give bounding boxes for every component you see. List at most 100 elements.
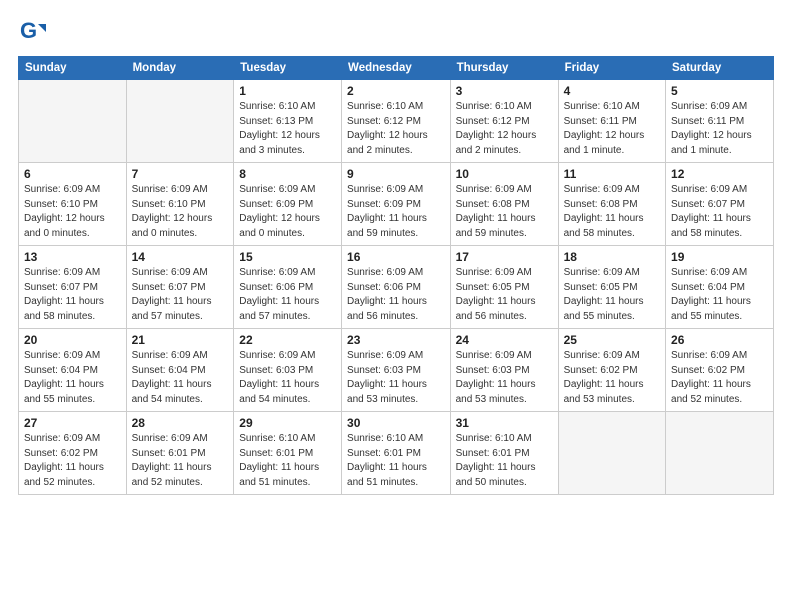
- day-cell: 1 Sunrise: 6:10 AM Sunset: 6:13 PM Daylig…: [234, 80, 342, 163]
- week-row-2: 6 Sunrise: 6:09 AM Sunset: 6:10 PM Daylig…: [19, 163, 774, 246]
- day-cell: 28 Sunrise: 6:09 AM Sunset: 6:01 PM Dayli…: [126, 412, 234, 495]
- day-number: 6: [24, 167, 121, 181]
- day-cell: 18 Sunrise: 6:09 AM Sunset: 6:05 PM Dayli…: [558, 246, 665, 329]
- day-info: Sunrise: 6:09 AM Sunset: 6:01 PM Dayligh…: [132, 432, 229, 490]
- page: G SundayMondayTuesdayWednesdayThursdayFr…: [0, 0, 792, 612]
- day-info: Sunrise: 6:09 AM Sunset: 6:04 PM Dayligh…: [132, 349, 229, 407]
- day-info: Sunrise: 6:09 AM Sunset: 6:08 PM Dayligh…: [456, 183, 553, 241]
- weekday-header-monday: Monday: [126, 57, 234, 80]
- day-info: Sunrise: 6:10 AM Sunset: 6:13 PM Dayligh…: [239, 100, 336, 158]
- day-info: Sunrise: 6:10 AM Sunset: 6:11 PM Dayligh…: [564, 100, 660, 158]
- day-cell: 15Sunrise: 6:09 AM Sunset: 6:06 PM Dayli…: [234, 246, 342, 329]
- day-number: 31: [456, 416, 553, 430]
- day-info: Sunrise: 6:10 AM Sunset: 6:01 PM Dayligh…: [456, 432, 553, 490]
- logo-icon: G: [18, 18, 46, 46]
- day-info: Sunrise: 6:09 AM Sunset: 6:07 PM Dayligh…: [24, 266, 121, 324]
- day-cell: 17Sunrise: 6:09 AM Sunset: 6:05 PM Dayli…: [450, 246, 558, 329]
- day-number: 24: [456, 333, 553, 347]
- weekday-header-row: SundayMondayTuesdayWednesdayThursdayFrid…: [19, 57, 774, 80]
- day-cell: 14Sunrise: 6:09 AM Sunset: 6:07 PM Dayli…: [126, 246, 234, 329]
- week-row-3: 13 Sunrise: 6:09 AM Sunset: 6:07 PM Dayli…: [19, 246, 774, 329]
- day-number: 13: [24, 250, 121, 264]
- day-info: Sunrise: 6:09 AM Sunset: 6:06 PM Dayligh…: [347, 266, 445, 324]
- day-cell: 2 Sunrise: 6:10 AM Sunset: 6:12 PM Daylig…: [342, 80, 451, 163]
- day-cell: 30 Sunrise: 6:10 AM Sunset: 6:01 PM Dayli…: [342, 412, 451, 495]
- day-info: Sunrise: 6:09 AM Sunset: 6:02 PM Dayligh…: [564, 349, 660, 407]
- day-number: 21: [132, 333, 229, 347]
- day-cell: 3Sunrise: 6:10 AM Sunset: 6:12 PM Daylig…: [450, 80, 558, 163]
- week-row-1: 1 Sunrise: 6:10 AM Sunset: 6:13 PM Daylig…: [19, 80, 774, 163]
- day-info: Sunrise: 6:09 AM Sunset: 6:11 PM Dayligh…: [671, 100, 768, 158]
- day-cell: 13 Sunrise: 6:09 AM Sunset: 6:07 PM Dayli…: [19, 246, 127, 329]
- weekday-header-wednesday: Wednesday: [342, 57, 451, 80]
- day-number: 28: [132, 416, 229, 430]
- day-info: Sunrise: 6:09 AM Sunset: 6:03 PM Dayligh…: [239, 349, 336, 407]
- day-number: 29: [239, 416, 336, 430]
- day-number: 23: [347, 333, 445, 347]
- day-info: Sunrise: 6:10 AM Sunset: 6:01 PM Dayligh…: [347, 432, 445, 490]
- day-cell: 8Sunrise: 6:09 AM Sunset: 6:09 PM Daylig…: [234, 163, 342, 246]
- day-number: 30: [347, 416, 445, 430]
- header: G: [18, 18, 774, 46]
- day-info: Sunrise: 6:10 AM Sunset: 6:12 PM Dayligh…: [347, 100, 445, 158]
- day-info: Sunrise: 6:09 AM Sunset: 6:07 PM Dayligh…: [132, 266, 229, 324]
- day-cell: 25 Sunrise: 6:09 AM Sunset: 6:02 PM Dayli…: [558, 329, 665, 412]
- day-number: 2: [347, 84, 445, 98]
- day-number: 19: [671, 250, 768, 264]
- day-cell: 6 Sunrise: 6:09 AM Sunset: 6:10 PM Daylig…: [19, 163, 127, 246]
- day-info: Sunrise: 6:09 AM Sunset: 6:02 PM Dayligh…: [24, 432, 121, 490]
- day-number: 20: [24, 333, 121, 347]
- day-cell: 24Sunrise: 6:09 AM Sunset: 6:03 PM Dayli…: [450, 329, 558, 412]
- day-cell: [126, 80, 234, 163]
- day-cell: [558, 412, 665, 495]
- day-info: Sunrise: 6:09 AM Sunset: 6:06 PM Dayligh…: [239, 266, 336, 324]
- day-cell: 21 Sunrise: 6:09 AM Sunset: 6:04 PM Dayli…: [126, 329, 234, 412]
- day-cell: [19, 80, 127, 163]
- week-row-4: 20 Sunrise: 6:09 AM Sunset: 6:04 PM Dayli…: [19, 329, 774, 412]
- day-number: 26: [671, 333, 768, 347]
- day-info: Sunrise: 6:09 AM Sunset: 6:10 PM Dayligh…: [24, 183, 121, 241]
- day-cell: 27 Sunrise: 6:09 AM Sunset: 6:02 PM Dayli…: [19, 412, 127, 495]
- weekday-header-friday: Friday: [558, 57, 665, 80]
- weekday-header-tuesday: Tuesday: [234, 57, 342, 80]
- weekday-header-sunday: Sunday: [19, 57, 127, 80]
- day-number: 16: [347, 250, 445, 264]
- weekday-header-thursday: Thursday: [450, 57, 558, 80]
- day-info: Sunrise: 6:09 AM Sunset: 6:08 PM Dayligh…: [564, 183, 660, 241]
- day-cell: 16 Sunrise: 6:09 AM Sunset: 6:06 PM Dayli…: [342, 246, 451, 329]
- day-info: Sunrise: 6:09 AM Sunset: 6:09 PM Dayligh…: [239, 183, 336, 241]
- week-row-5: 27 Sunrise: 6:09 AM Sunset: 6:02 PM Dayli…: [19, 412, 774, 495]
- day-cell: 23 Sunrise: 6:09 AM Sunset: 6:03 PM Dayli…: [342, 329, 451, 412]
- day-number: 12: [671, 167, 768, 181]
- day-info: Sunrise: 6:09 AM Sunset: 6:10 PM Dayligh…: [132, 183, 229, 241]
- day-cell: 5 Sunrise: 6:09 AM Sunset: 6:11 PM Daylig…: [666, 80, 774, 163]
- day-number: 18: [564, 250, 660, 264]
- day-number: 27: [24, 416, 121, 430]
- logo: G: [18, 18, 50, 46]
- day-cell: 31 Sunrise: 6:10 AM Sunset: 6:01 PM Dayli…: [450, 412, 558, 495]
- day-cell: 4Sunrise: 6:10 AM Sunset: 6:11 PM Daylig…: [558, 80, 665, 163]
- day-info: Sunrise: 6:09 AM Sunset: 6:03 PM Dayligh…: [347, 349, 445, 407]
- calendar: SundayMondayTuesdayWednesdayThursdayFrid…: [18, 56, 774, 495]
- day-info: Sunrise: 6:10 AM Sunset: 6:01 PM Dayligh…: [239, 432, 336, 490]
- day-info: Sunrise: 6:09 AM Sunset: 6:05 PM Dayligh…: [564, 266, 660, 324]
- day-cell: 22 Sunrise: 6:09 AM Sunset: 6:03 PM Dayli…: [234, 329, 342, 412]
- day-number: 9: [347, 167, 445, 181]
- day-cell: 10 Sunrise: 6:09 AM Sunset: 6:08 PM Dayli…: [450, 163, 558, 246]
- day-info: Sunrise: 6:09 AM Sunset: 6:02 PM Dayligh…: [671, 349, 768, 407]
- day-number: 3: [456, 84, 553, 98]
- svg-text:G: G: [20, 18, 37, 43]
- day-cell: 19Sunrise: 6:09 AM Sunset: 6:04 PM Dayli…: [666, 246, 774, 329]
- day-cell: 9 Sunrise: 6:09 AM Sunset: 6:09 PM Daylig…: [342, 163, 451, 246]
- day-number: 22: [239, 333, 336, 347]
- day-number: 11: [564, 167, 660, 181]
- day-number: 25: [564, 333, 660, 347]
- day-info: Sunrise: 6:09 AM Sunset: 6:09 PM Dayligh…: [347, 183, 445, 241]
- day-info: Sunrise: 6:09 AM Sunset: 6:05 PM Dayligh…: [456, 266, 553, 324]
- day-number: 5: [671, 84, 768, 98]
- day-number: 10: [456, 167, 553, 181]
- day-cell: 7Sunrise: 6:09 AM Sunset: 6:10 PM Daylig…: [126, 163, 234, 246]
- day-cell: 11 Sunrise: 6:09 AM Sunset: 6:08 PM Dayli…: [558, 163, 665, 246]
- day-number: 1: [239, 84, 336, 98]
- day-cell: 29 Sunrise: 6:10 AM Sunset: 6:01 PM Dayli…: [234, 412, 342, 495]
